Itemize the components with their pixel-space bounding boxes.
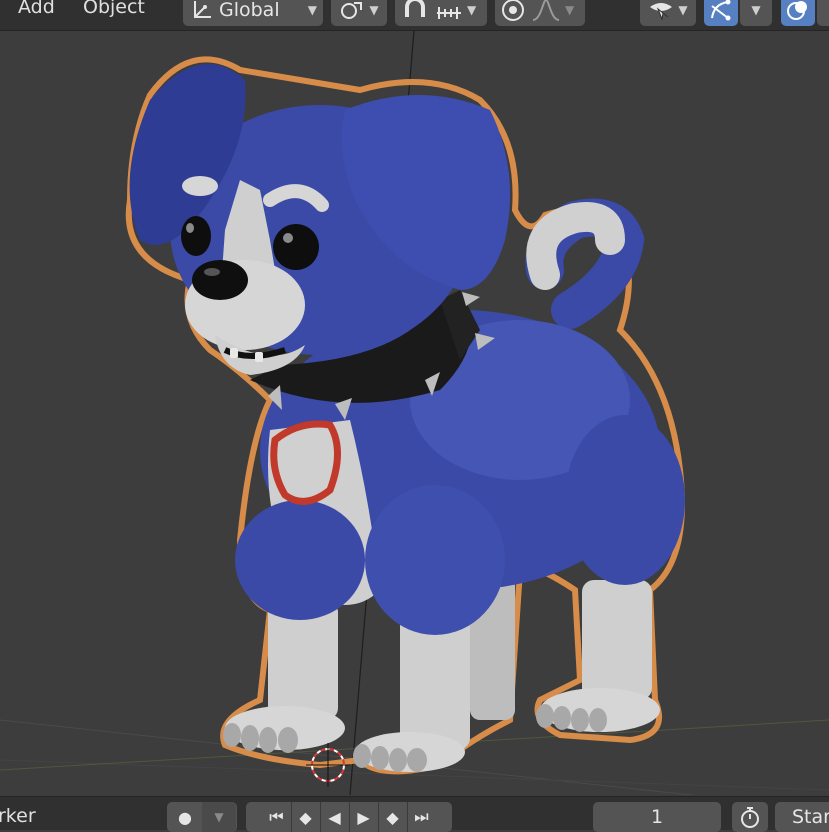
keying-dropdown[interactable]: ▼ (202, 802, 236, 832)
playback-controls: ⏮ ◆ ◀ ▶ ◆ ⏭ (246, 802, 452, 832)
chevron-down-icon: ▼ (307, 3, 317, 17)
chevron-down-icon: ▼ (565, 3, 575, 17)
proportional-editing-group[interactable]: ▼ (495, 0, 585, 26)
snap-magnet-icon[interactable] (399, 0, 431, 23)
visibility-dropdown[interactable]: ▼ (640, 0, 696, 26)
3d-viewport[interactable] (0, 31, 829, 795)
chevron-down-icon: ▼ (751, 3, 761, 17)
overlay-dropdown[interactable] (817, 0, 829, 26)
stopwatch-icon (741, 807, 759, 828)
menu-add[interactable]: Add (18, 0, 55, 18)
transform-orientation-icon (194, 1, 211, 18)
gizmo-dropdown[interactable]: ▼ (740, 0, 772, 26)
proportional-editing-icon[interactable] (499, 0, 527, 23)
playback-timer-icon[interactable] (732, 802, 768, 832)
record-keyframe-icon[interactable]: ● (168, 808, 202, 827)
timeline-header: rker ● ▼ ⏮ ◆ ◀ ▶ ◆ ⏭ 1 Star (0, 796, 829, 832)
jump-end-icon[interactable]: ⏭ (408, 802, 436, 832)
play-reverse-icon[interactable]: ◀ (321, 802, 350, 832)
gizmo-toggle[interactable] (704, 0, 738, 26)
start-frame-field[interactable]: Star (775, 802, 829, 832)
overlay-toggle[interactable] (781, 0, 815, 26)
gizmo-icon (711, 0, 731, 21)
next-keyframe-icon[interactable]: ◆ (379, 802, 408, 832)
keying-group[interactable]: ● ▼ (167, 802, 237, 832)
pivot-point-icon (341, 2, 363, 19)
snap-group[interactable]: ▼ (395, 0, 487, 26)
transform-orientation-dropdown[interactable]: Global ▼ (183, 0, 323, 26)
chevron-down-icon: ▼ (678, 3, 688, 17)
start-frame-label: Star (792, 806, 829, 828)
overlay-icon (787, 1, 807, 20)
prev-keyframe-icon[interactable]: ◆ (292, 802, 321, 832)
menu-marker[interactable]: rker (0, 805, 36, 827)
viewport-scene (0, 31, 829, 795)
visibility-eye-icon (650, 3, 673, 21)
current-frame-field[interactable]: 1 (593, 802, 721, 832)
falloff-curve-icon (532, 0, 560, 21)
pivot-point-dropdown[interactable]: ▼ (331, 0, 387, 26)
orientation-label: Global (219, 0, 280, 21)
menu-object[interactable]: Object (83, 0, 145, 18)
chevron-down-icon: ▼ (214, 810, 224, 824)
chevron-down-icon: ▼ (467, 3, 477, 17)
dog-model[interactable] (125, 56, 685, 775)
chevron-down-icon: ▼ (369, 3, 379, 17)
play-icon[interactable]: ▶ (350, 802, 379, 832)
jump-start-icon[interactable]: ⏮ (263, 802, 292, 832)
viewport-header: Add Object Global ▼ ▼ ▼ ▼ ▼ ▼ (0, 0, 829, 31)
snap-increment-icon (437, 7, 461, 19)
